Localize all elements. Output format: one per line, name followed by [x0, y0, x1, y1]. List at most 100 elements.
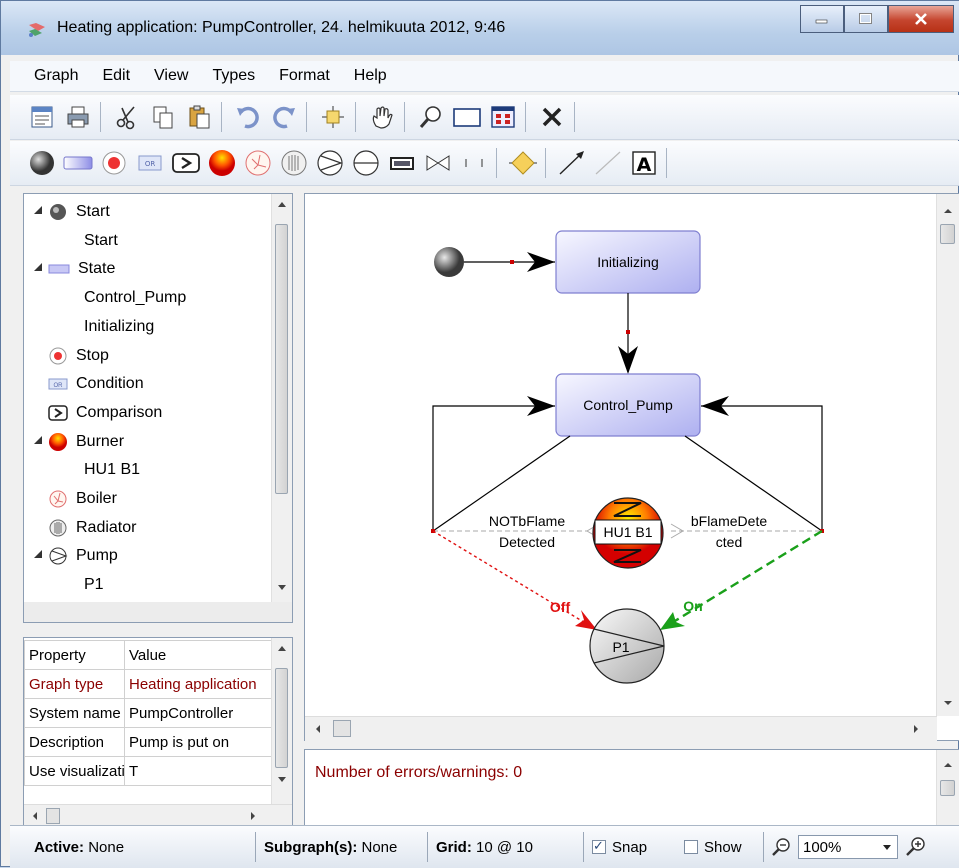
- expand-arrow-icon[interactable]: [32, 260, 48, 278]
- expand-arrow-icon[interactable]: [32, 547, 48, 565]
- tool-start[interactable]: [26, 147, 58, 179]
- zoom-button[interactable]: [415, 101, 447, 133]
- close-button[interactable]: [888, 5, 954, 33]
- scroll-up-icon[interactable]: [939, 202, 957, 220]
- snap-checkbox[interactable]: Snap: [584, 832, 676, 862]
- tree-item[interactable]: Start: [84, 227, 118, 255]
- tree-item[interactable]: Stop: [32, 342, 109, 370]
- burner-node[interactable]: HU1 B1: [592, 497, 664, 569]
- tool-line[interactable]: [592, 147, 624, 179]
- tool-comparison[interactable]: [170, 147, 202, 179]
- tree-item[interactable]: Burner: [32, 428, 124, 456]
- scroll-left-icon[interactable]: [28, 807, 42, 825]
- scroll-down-icon[interactable]: [939, 694, 957, 712]
- select-rect-button[interactable]: [451, 101, 483, 133]
- menu-format[interactable]: Format: [279, 67, 330, 85]
- scroll-up-icon[interactable]: [273, 196, 291, 214]
- scroll-right-icon[interactable]: [246, 807, 260, 825]
- property-value[interactable]: PumpController: [124, 698, 273, 728]
- pump-node[interactable]: P1: [589, 608, 665, 684]
- minimize-button[interactable]: [800, 5, 844, 33]
- scroll-up-icon[interactable]: [273, 640, 291, 658]
- tool-condition[interactable]: OR: [134, 147, 166, 179]
- property-column-header[interactable]: Property: [24, 640, 125, 670]
- tool-state[interactable]: [62, 147, 94, 179]
- property-value[interactable]: Heating application: [124, 669, 273, 699]
- property-value[interactable]: Pump is put on: [124, 727, 273, 757]
- tool-sensor[interactable]: [386, 147, 418, 179]
- output-vertical-scrollbar[interactable]: [936, 750, 959, 826]
- maximize-button[interactable]: [844, 5, 888, 33]
- value-column-header[interactable]: Value: [124, 640, 273, 670]
- tree-item[interactable]: Initializing: [84, 313, 154, 341]
- snap-check-icon[interactable]: [592, 838, 606, 854]
- tree-item[interactable]: HU1 B1: [84, 456, 140, 484]
- tree-item[interactable]: Comparison: [32, 399, 162, 427]
- pan-button[interactable]: [366, 101, 398, 133]
- scroll-down-icon[interactable]: [273, 770, 291, 788]
- zoom-in-icon[interactable]: [904, 835, 928, 859]
- tool-boiler[interactable]: [242, 147, 274, 179]
- tree-item[interactable]: Pump: [32, 542, 118, 570]
- undo-button[interactable]: [232, 101, 264, 133]
- menu-help[interactable]: Help: [354, 67, 387, 85]
- scroll-down-icon[interactable]: [273, 578, 291, 596]
- tool-valve[interactable]: [350, 147, 382, 179]
- output-scroll-thumb[interactable]: [940, 780, 955, 796]
- canvas-hscroll-thumb[interactable]: [333, 720, 351, 737]
- print-button[interactable]: [62, 101, 94, 133]
- tool-bracket[interactable]: [458, 147, 490, 179]
- property-value[interactable]: T: [124, 756, 273, 786]
- tool-junction[interactable]: [507, 147, 539, 179]
- menu-types[interactable]: Types: [212, 67, 255, 85]
- start-node[interactable]: [434, 247, 464, 277]
- table-row[interactable]: Graph type Heating application: [24, 669, 273, 699]
- tool-pump[interactable]: [314, 147, 346, 179]
- cut-button[interactable]: [111, 101, 143, 133]
- table-row[interactable]: Use visualization T: [24, 756, 273, 786]
- props-hscroll-thumb[interactable]: [46, 808, 60, 824]
- delete-button[interactable]: [536, 101, 568, 133]
- tree-item[interactable]: Boiler: [32, 485, 117, 513]
- fit-window-button[interactable]: [487, 101, 519, 133]
- title-bar[interactable]: Heating application: PumpController, 24.…: [1, 1, 959, 55]
- tool-radiator[interactable]: [278, 147, 310, 179]
- props-vertical-scrollbar[interactable]: [271, 638, 292, 804]
- scroll-left-icon[interactable]: [311, 720, 325, 738]
- canvas-horizontal-scrollbar[interactable]: [305, 716, 937, 741]
- scroll-up-icon[interactable]: [939, 756, 957, 774]
- expand-arrow-icon[interactable]: [32, 203, 48, 221]
- tree-horizontal-scrollbar[interactable]: [24, 602, 292, 622]
- tree-item[interactable]: Radiator: [32, 514, 136, 542]
- tool-stop[interactable]: [98, 147, 130, 179]
- tool-text[interactable]: A: [628, 147, 660, 179]
- tree-item[interactable]: Control_Pump: [84, 284, 186, 312]
- zoom-combo[interactable]: 100%: [798, 835, 898, 859]
- redo-button[interactable]: [268, 101, 300, 133]
- canvas-vertical-scrollbar[interactable]: [936, 194, 959, 716]
- tool-bowtie[interactable]: [422, 147, 454, 179]
- tool-burner[interactable]: [206, 147, 238, 179]
- menu-edit[interactable]: Edit: [102, 67, 130, 85]
- copy-button[interactable]: [147, 101, 179, 133]
- show-check-icon[interactable]: [684, 840, 698, 854]
- tree-item[interactable]: State: [32, 255, 115, 283]
- menu-graph[interactable]: Graph: [34, 67, 78, 85]
- show-checkbox[interactable]: Show: [676, 832, 764, 862]
- paste-button[interactable]: [183, 101, 215, 133]
- scroll-right-icon[interactable]: [909, 720, 923, 738]
- expand-arrow-icon[interactable]: [32, 433, 48, 451]
- tool-arrow[interactable]: [556, 147, 588, 179]
- table-row[interactable]: Description Pump is put on: [24, 727, 273, 757]
- diagram-canvas[interactable]: Initializing Control_Pump NOTbFlame Dete…: [304, 193, 959, 741]
- props-scroll-thumb[interactable]: [275, 668, 288, 768]
- table-row[interactable]: System name PumpController: [24, 698, 273, 728]
- props-horizontal-scrollbar[interactable]: [24, 804, 292, 827]
- properties-button[interactable]: [26, 101, 58, 133]
- tree-scroll-thumb[interactable]: [275, 224, 288, 494]
- menu-view[interactable]: View: [154, 67, 188, 85]
- canvas-scroll-thumb[interactable]: [940, 224, 955, 244]
- zoom-out-icon[interactable]: [770, 836, 792, 858]
- tree-item[interactable]: P1: [84, 571, 104, 599]
- tree-item[interactable]: OR Condition: [32, 370, 144, 398]
